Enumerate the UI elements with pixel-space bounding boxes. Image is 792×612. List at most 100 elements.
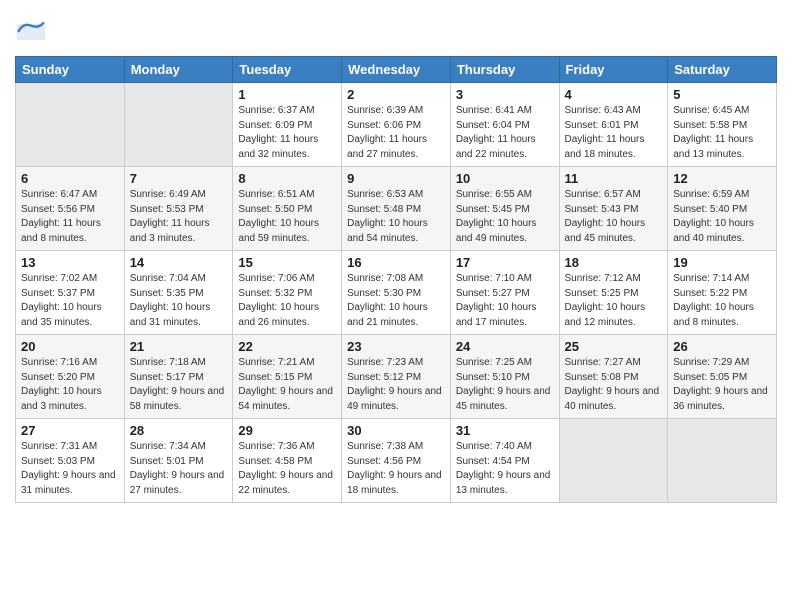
day-info: Sunrise: 6:51 AM Sunset: 5:50 PM Dayligh… (238, 188, 336, 246)
day-number: 3 (456, 87, 554, 102)
day-info: Sunrise: 7:12 AM Sunset: 5:25 PM Dayligh… (565, 272, 663, 330)
day-number: 9 (347, 171, 445, 186)
calendar-cell: 11Sunrise: 6:57 AM Sunset: 5:43 PM Dayli… (559, 167, 668, 251)
calendar-cell: 30Sunrise: 7:38 AM Sunset: 4:56 PM Dayli… (342, 419, 451, 503)
header (15, 10, 777, 48)
calendar-cell: 13Sunrise: 7:02 AM Sunset: 5:37 PM Dayli… (16, 251, 125, 335)
day-info: Sunrise: 6:59 AM Sunset: 5:40 PM Dayligh… (673, 188, 771, 246)
calendar-cell: 29Sunrise: 7:36 AM Sunset: 4:58 PM Dayli… (233, 419, 342, 503)
day-info: Sunrise: 6:49 AM Sunset: 5:53 PM Dayligh… (130, 188, 228, 246)
calendar-cell: 6 Sunrise: 6:47 AM Sunset: 5:56 PM Daylig… (16, 167, 125, 251)
weekday-header-row: SundayMondayTuesdayWednesdayThursdayFrid… (16, 57, 777, 83)
day-info: Sunrise: 6:39 AM Sunset: 6:06 PM Dayligh… (347, 104, 445, 162)
day-info: Sunrise: 7:29 AM Sunset: 5:05 PM Dayligh… (673, 356, 771, 414)
day-info: Sunrise: 6:53 AM Sunset: 5:48 PM Dayligh… (347, 188, 445, 246)
day-info: Sunrise: 6:45 AM Sunset: 5:58 PM Dayligh… (673, 104, 771, 162)
calendar-week-row: 27 Sunrise: 7:31 AM Sunset: 5:03 PM Dayli… (16, 419, 777, 503)
calendar-cell: 16 Sunrise: 7:08 AM Sunset: 5:30 PM Dayli… (342, 251, 451, 335)
calendar-week-row: 20 Sunrise: 7:16 AM Sunset: 5:20 PM Dayli… (16, 335, 777, 419)
day-number: 13 (21, 255, 119, 270)
day-info: Sunrise: 7:25 AM Sunset: 5:10 PM Dayligh… (456, 356, 554, 414)
weekday-header-monday: Monday (124, 57, 233, 83)
day-number: 26 (673, 339, 771, 354)
calendar-cell (16, 83, 125, 167)
day-info: Sunrise: 6:47 AM Sunset: 5:56 PM Dayligh… (21, 188, 119, 246)
day-number: 19 (673, 255, 771, 270)
calendar-cell: 24 Sunrise: 7:25 AM Sunset: 5:10 PM Dayli… (450, 335, 559, 419)
day-number: 10 (456, 171, 554, 186)
day-number: 8 (238, 171, 336, 186)
day-info: Sunrise: 7:06 AM Sunset: 5:32 PM Dayligh… (238, 272, 336, 330)
day-number: 2 (347, 87, 445, 102)
day-number: 21 (130, 339, 228, 354)
calendar-cell (668, 419, 777, 503)
calendar-cell: 27 Sunrise: 7:31 AM Sunset: 5:03 PM Dayli… (16, 419, 125, 503)
day-number: 1 (238, 87, 336, 102)
calendar-cell: 9 Sunrise: 6:53 AM Sunset: 5:48 PM Daylig… (342, 167, 451, 251)
calendar-cell: 2 Sunrise: 6:39 AM Sunset: 6:06 PM Daylig… (342, 83, 451, 167)
day-info: Sunrise: 7:31 AM Sunset: 5:03 PM Dayligh… (21, 440, 119, 498)
day-number: 6 (21, 171, 119, 186)
day-info: Sunrise: 6:57 AM Sunset: 5:43 PM Dayligh… (565, 188, 663, 246)
calendar-cell: 15 Sunrise: 7:06 AM Sunset: 5:32 PM Dayli… (233, 251, 342, 335)
day-number: 29 (238, 423, 336, 438)
weekday-header-thursday: Thursday (450, 57, 559, 83)
day-info: Sunrise: 6:41 AM Sunset: 6:04 PM Dayligh… (456, 104, 554, 162)
calendar-cell: 12 Sunrise: 6:59 AM Sunset: 5:40 PM Dayli… (668, 167, 777, 251)
calendar-cell: 4 Sunrise: 6:43 AM Sunset: 6:01 PM Daylig… (559, 83, 668, 167)
calendar-cell: 20 Sunrise: 7:16 AM Sunset: 5:20 PM Dayli… (16, 335, 125, 419)
weekday-header-sunday: Sunday (16, 57, 125, 83)
day-number: 25 (565, 339, 663, 354)
calendar-cell: 26 Sunrise: 7:29 AM Sunset: 5:05 PM Dayli… (668, 335, 777, 419)
day-number: 14 (130, 255, 228, 270)
day-info: Sunrise: 6:43 AM Sunset: 6:01 PM Dayligh… (565, 104, 663, 162)
calendar-cell (124, 83, 233, 167)
day-number: 27 (21, 423, 119, 438)
day-number: 17 (456, 255, 554, 270)
calendar-cell: 23 Sunrise: 7:23 AM Sunset: 5:12 PM Dayli… (342, 335, 451, 419)
day-number: 12 (673, 171, 771, 186)
day-info: Sunrise: 7:34 AM Sunset: 5:01 PM Dayligh… (130, 440, 228, 498)
calendar-cell: 17 Sunrise: 7:10 AM Sunset: 5:27 PM Dayli… (450, 251, 559, 335)
calendar-cell: 7 Sunrise: 6:49 AM Sunset: 5:53 PM Daylig… (124, 167, 233, 251)
calendar-week-row: 1 Sunrise: 6:37 AM Sunset: 6:09 PM Daylig… (16, 83, 777, 167)
day-info: Sunrise: 7:10 AM Sunset: 5:27 PM Dayligh… (456, 272, 554, 330)
day-number: 23 (347, 339, 445, 354)
calendar-cell: 18 Sunrise: 7:12 AM Sunset: 5:25 PM Dayli… (559, 251, 668, 335)
calendar-cell: 28 Sunrise: 7:34 AM Sunset: 5:01 PM Dayli… (124, 419, 233, 503)
day-info: Sunrise: 7:08 AM Sunset: 5:30 PM Dayligh… (347, 272, 445, 330)
day-number: 30 (347, 423, 445, 438)
day-info: Sunrise: 7:21 AM Sunset: 5:15 PM Dayligh… (238, 356, 336, 414)
logo (15, 16, 51, 48)
calendar-cell: 3 Sunrise: 6:41 AM Sunset: 6:04 PM Daylig… (450, 83, 559, 167)
day-info: Sunrise: 7:40 AM Sunset: 4:54 PM Dayligh… (456, 440, 554, 498)
logo-icon (15, 16, 47, 48)
calendar-cell: 25Sunrise: 7:27 AM Sunset: 5:08 PM Dayli… (559, 335, 668, 419)
calendar-cell: 14Sunrise: 7:04 AM Sunset: 5:35 PM Dayli… (124, 251, 233, 335)
calendar-week-row: 6 Sunrise: 6:47 AM Sunset: 5:56 PM Daylig… (16, 167, 777, 251)
day-info: Sunrise: 7:23 AM Sunset: 5:12 PM Dayligh… (347, 356, 445, 414)
day-number: 28 (130, 423, 228, 438)
calendar-week-row: 13Sunrise: 7:02 AM Sunset: 5:37 PM Dayli… (16, 251, 777, 335)
calendar-cell: 19 Sunrise: 7:14 AM Sunset: 5:22 PM Dayli… (668, 251, 777, 335)
calendar-cell: 31 Sunrise: 7:40 AM Sunset: 4:54 PM Dayli… (450, 419, 559, 503)
weekday-header-saturday: Saturday (668, 57, 777, 83)
day-number: 16 (347, 255, 445, 270)
calendar-table: SundayMondayTuesdayWednesdayThursdayFrid… (15, 56, 777, 503)
day-info: Sunrise: 6:37 AM Sunset: 6:09 PM Dayligh… (238, 104, 336, 162)
day-number: 24 (456, 339, 554, 354)
weekday-header-friday: Friday (559, 57, 668, 83)
day-info: Sunrise: 7:14 AM Sunset: 5:22 PM Dayligh… (673, 272, 771, 330)
day-info: Sunrise: 7:18 AM Sunset: 5:17 PM Dayligh… (130, 356, 228, 414)
day-info: Sunrise: 7:16 AM Sunset: 5:20 PM Dayligh… (21, 356, 119, 414)
day-number: 18 (565, 255, 663, 270)
calendar-cell: 1 Sunrise: 6:37 AM Sunset: 6:09 PM Daylig… (233, 83, 342, 167)
day-number: 15 (238, 255, 336, 270)
day-number: 7 (130, 171, 228, 186)
day-info: Sunrise: 6:55 AM Sunset: 5:45 PM Dayligh… (456, 188, 554, 246)
day-number: 31 (456, 423, 554, 438)
day-number: 20 (21, 339, 119, 354)
day-number: 4 (565, 87, 663, 102)
calendar-cell: 8 Sunrise: 6:51 AM Sunset: 5:50 PM Daylig… (233, 167, 342, 251)
calendar-cell (559, 419, 668, 503)
